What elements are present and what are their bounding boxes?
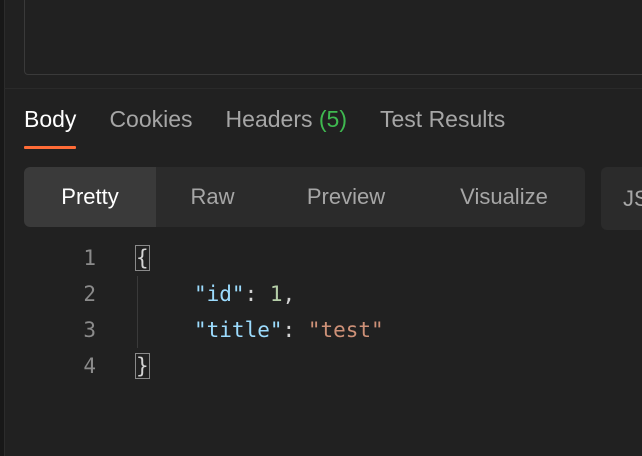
close-brace: } (135, 353, 150, 379)
code-text: "id": 1, (136, 276, 295, 312)
headers-count-badge: (5) (318, 106, 347, 132)
line-number: 2 (83, 282, 96, 306)
sidebar-edge (0, 0, 5, 456)
language-select[interactable]: JSON (601, 167, 642, 230)
preview-button[interactable]: Preview (269, 167, 423, 227)
line-number: 1 (83, 246, 96, 270)
tab-headers[interactable]: Headers (5) (226, 102, 347, 136)
tab-body[interactable]: Body (24, 102, 77, 149)
visualize-button[interactable]: Visualize (423, 167, 585, 227)
pretty-button[interactable]: Pretty (24, 167, 156, 227)
code-line: 2 "id": 1, (0, 276, 642, 312)
response-body-viewer[interactable]: 1 { 2 "id": 1, 3 "title": "test" 4 } (0, 240, 642, 384)
tab-test-results[interactable]: Test Results (380, 102, 505, 136)
tab-body-label: Body (24, 106, 77, 132)
json-comma: , (282, 282, 296, 306)
json-key: "title" (194, 318, 283, 342)
code-text: } (135, 348, 150, 384)
json-value: 1 (269, 282, 283, 306)
line-number: 4 (83, 354, 96, 378)
raw-button[interactable]: Raw (156, 167, 269, 227)
code-line: 1 { (0, 240, 642, 276)
json-value: "test" (307, 318, 384, 342)
request-body-editor[interactable] (24, 0, 642, 75)
response-panel: Body Cookies Headers (5) Test Results Pr… (0, 0, 642, 456)
code-line: 4 } (0, 348, 642, 384)
code-text: "title": "test" (136, 312, 384, 348)
response-tabs: Body Cookies Headers (5) Test Results (24, 102, 538, 152)
tab-cookies[interactable]: Cookies (109, 102, 192, 136)
tab-cookies-label: Cookies (109, 106, 193, 132)
json-key: "id" (194, 282, 245, 306)
code-text: { (135, 240, 150, 276)
json-colon: : (282, 318, 308, 342)
open-brace: { (135, 245, 150, 271)
json-colon: : (244, 282, 270, 306)
tab-test-results-label: Test Results (380, 106, 506, 132)
line-number: 3 (83, 318, 96, 342)
code-line: 3 "title": "test" (0, 312, 642, 348)
section-divider (4, 88, 642, 89)
view-mode-toolbar: Pretty Raw Preview Visualize (24, 167, 585, 227)
tab-headers-label: Headers (225, 106, 313, 132)
